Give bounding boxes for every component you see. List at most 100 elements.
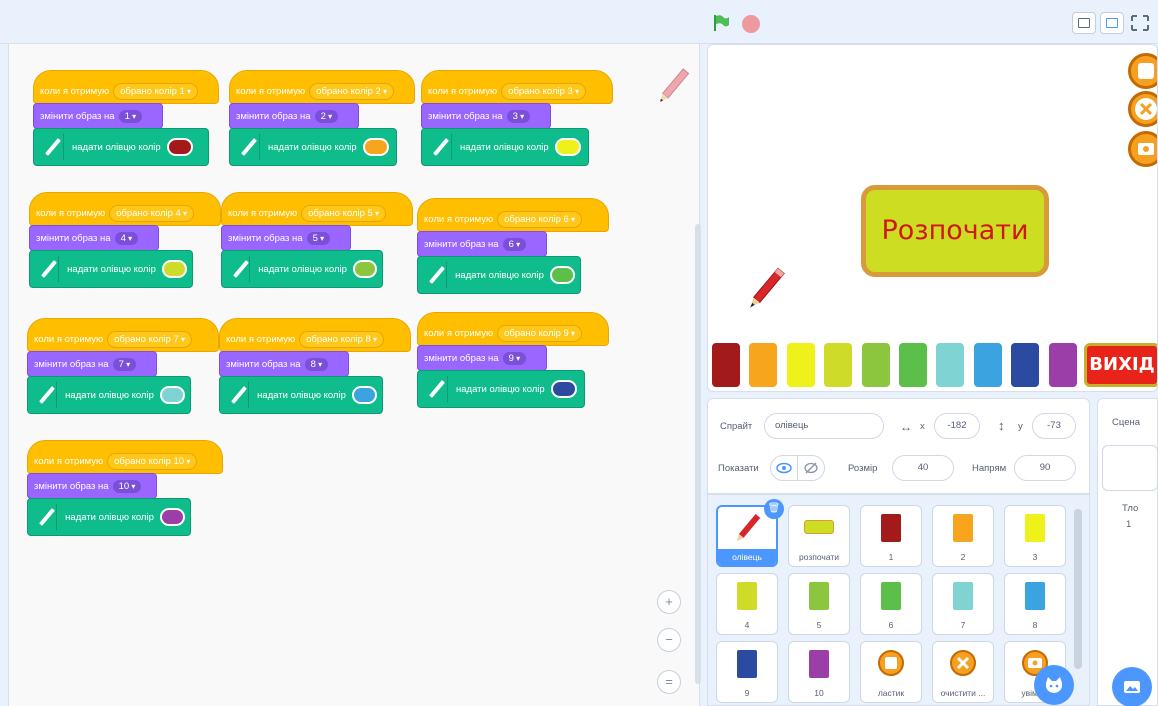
switch-costume-block[interactable]: змінити образ на 1 [33,103,163,129]
pen-color-swatch[interactable] [159,508,185,526]
sprite-tile[interactable]: очистити ... [932,641,994,703]
costume-dropdown[interactable]: 2 [314,110,339,123]
pen-color-swatch[interactable] [549,266,575,284]
when-receive-block[interactable]: коли я отримую обрано колір 3 [421,70,613,104]
pen-color-swatch[interactable] [166,138,193,156]
color-tile-6[interactable] [899,343,927,387]
set-pen-color-block[interactable]: надати олівцю колір [417,256,581,294]
costume-dropdown[interactable]: 5 [306,232,331,245]
color-tile-7[interactable] [936,343,965,387]
zoom-in-button[interactable]: + [657,590,681,614]
color-tile-8[interactable] [973,343,1002,387]
sprite-tile[interactable]: 5 [788,573,850,635]
when-receive-block[interactable]: коли я отримую обрано колір 7 [27,318,219,352]
message-dropdown[interactable]: обрано колір 5 [301,205,387,222]
set-pen-color-block[interactable]: надати олівцю колір [229,128,397,166]
hide-sprite-icon[interactable] [797,455,825,481]
set-pen-color-block[interactable]: надати олівцю колір [33,128,209,166]
scene-thumbnail[interactable] [1102,445,1158,491]
set-pen-color-block[interactable]: надати олівцю колір [421,128,589,166]
code-area[interactable]: коли я отримуюобрано колір 1змінити обра… [8,44,701,706]
pen-color-swatch[interactable] [351,386,377,404]
when-receive-block[interactable]: коли я отримую обрано колір 4 [29,192,221,226]
code-scrollbar[interactable] [695,224,701,684]
message-dropdown[interactable]: обрано колір 1 [113,83,199,100]
pen-color-swatch[interactable] [159,386,185,404]
when-receive-block[interactable]: коли я отримую обрано колір 5 [221,192,413,226]
sprite-name-field[interactable]: олівець [764,413,884,439]
scene-panel[interactable]: Сцена Тло 1 [1097,398,1158,706]
switch-costume-block[interactable]: змінити образ на 6 [417,231,547,257]
switch-costume-block[interactable]: змінити образ на 7 [27,351,157,377]
color-tile-4[interactable] [824,343,853,387]
start-button[interactable]: Розпочати [861,185,1049,277]
set-pen-color-block[interactable]: надати олівцю колір [27,376,191,414]
switch-costume-block[interactable]: змінити образ на 9 [417,345,547,371]
pen-color-swatch[interactable] [161,260,187,278]
add-sprite-icon[interactable] [1034,665,1074,705]
green-flag-icon[interactable] [712,14,730,32]
pen-color-swatch[interactable] [550,380,577,398]
small-stage-button[interactable] [1072,12,1096,34]
pen-color-swatch[interactable] [352,260,377,278]
message-dropdown[interactable]: обрано колір 10 [107,453,198,470]
stop-icon[interactable] [742,15,760,33]
color-tile-10[interactable] [1048,343,1077,387]
pencil-sprite-icon[interactable] [738,263,792,317]
switch-costume-block[interactable]: змінити образ на 10 [27,473,157,499]
color-tile-5[interactable] [861,343,890,387]
switch-costume-block[interactable]: змінити образ на 4 [29,225,159,251]
costume-dropdown[interactable]: 10 [112,480,142,493]
clear-icon[interactable] [1128,91,1157,127]
switch-costume-block[interactable]: змінити образ на 2 [229,103,359,129]
message-dropdown[interactable]: обрано колір 7 [107,331,193,348]
sprite-tile[interactable]: 1 [860,505,922,567]
stop-tool-button[interactable] [1128,53,1157,89]
x-field[interactable]: -182 [934,413,980,439]
when-receive-block[interactable]: коли я отримую обрано колір 1 [33,70,219,104]
when-receive-block[interactable]: коли я отримую обрано колір 10 [27,440,223,474]
sprite-list-scrollbar[interactable] [1074,509,1082,669]
y-field[interactable]: -73 [1032,413,1076,439]
when-receive-block[interactable]: коли я отримую обрано колір 8 [219,318,411,352]
color-tile-2[interactable] [749,343,778,387]
costume-dropdown[interactable]: 4 [114,232,139,245]
sprite-tile[interactable]: 8 [1004,573,1066,635]
pen-color-swatch[interactable] [554,138,581,156]
camera-icon[interactable] [1128,131,1157,167]
costume-dropdown[interactable]: 6 [502,238,527,251]
show-visible-icon[interactable] [770,455,798,481]
message-dropdown[interactable]: обрано колір 6 [497,211,583,228]
fullscreen-icon[interactable] [1128,12,1152,34]
set-pen-color-block[interactable]: надати олівцю колір [417,370,585,408]
size-field[interactable]: 40 [892,455,954,481]
sprite-tile[interactable]: 3 [1004,505,1066,567]
sprite-tile[interactable]: 7 [932,573,994,635]
sprite-tile[interactable]: 4 [716,573,778,635]
zoom-reset-button[interactable]: = [657,670,681,694]
sprite-tile[interactable]: олівець 🗑 [716,499,784,567]
normal-stage-button[interactable] [1100,12,1124,34]
sprite-tile[interactable]: розпочати [788,505,850,567]
costume-dropdown[interactable]: 1 [118,110,143,123]
sprite-tile[interactable]: ластик [860,641,922,703]
zoom-out-button[interactable]: − [657,628,681,652]
sprite-tile[interactable]: 10 [788,641,850,703]
message-dropdown[interactable]: обрано колір 2 [309,83,395,100]
switch-costume-block[interactable]: змінити образ на 5 [221,225,351,251]
switch-costume-block[interactable]: змінити образ на 3 [421,103,551,129]
costume-dropdown[interactable]: 9 [502,352,527,365]
color-tile-9[interactable] [1011,343,1040,387]
stage[interactable]: Розпочати ВИХІД [707,44,1158,392]
switch-costume-block[interactable]: змінити образ на 8 [219,351,349,377]
message-dropdown[interactable]: обрано колір 9 [497,325,583,342]
message-dropdown[interactable]: обрано колір 8 [299,331,385,348]
sprite-tile[interactable]: 6 [860,573,922,635]
pen-color-swatch[interactable] [362,138,389,156]
set-pen-color-block[interactable]: надати олівцю колір [27,498,191,536]
add-backdrop-icon[interactable] [1112,667,1152,706]
message-dropdown[interactable]: обрано колір 4 [109,205,195,222]
when-receive-block[interactable]: коли я отримую обрано колір 9 [417,312,609,346]
when-receive-block[interactable]: коли я отримую обрано колір 6 [417,198,609,232]
costume-dropdown[interactable]: 7 [112,358,137,371]
